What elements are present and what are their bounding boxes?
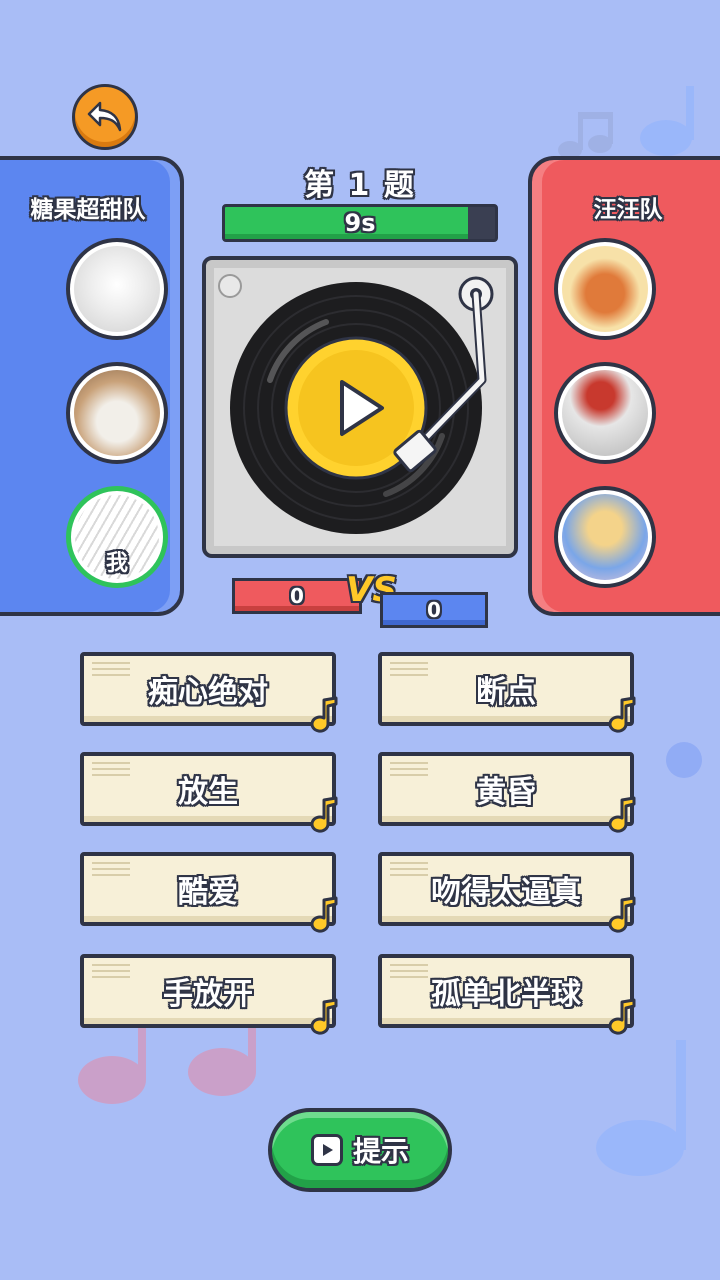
team-name-right: 汪汪队 xyxy=(593,197,663,223)
music-note-icon xyxy=(608,696,636,733)
option-label: 黄昏 xyxy=(476,775,536,810)
option-label: 痴心绝对 xyxy=(148,675,268,710)
team-name-left: 糖果超甜队 xyxy=(30,197,146,223)
option-2[interactable]: 断点 xyxy=(378,652,636,733)
option-label: 吻得太逼真 xyxy=(431,875,581,910)
option-decor xyxy=(390,964,428,982)
option-decor xyxy=(390,762,428,780)
me-tag: 我 xyxy=(105,551,128,576)
back-button[interactable] xyxy=(72,84,138,150)
music-note-icon xyxy=(310,696,338,733)
option-6[interactable]: 吻得太逼真 xyxy=(378,852,636,933)
score-blue: 0 xyxy=(380,592,488,628)
music-note-icon xyxy=(310,896,338,933)
music-note-icon xyxy=(608,896,636,933)
back-arrow-icon xyxy=(87,101,122,132)
video-play-icon xyxy=(310,1134,343,1166)
timer-bar: 9s xyxy=(222,204,498,242)
score-red: 0 xyxy=(232,578,362,614)
option-label: 手放开 xyxy=(163,977,253,1012)
avatar-right-1[interactable] xyxy=(554,238,656,340)
background-note-icon xyxy=(558,112,613,159)
option-decor xyxy=(92,964,130,982)
option-label: 放生 xyxy=(178,775,238,810)
avatar-left-1[interactable] xyxy=(66,238,168,340)
option-label: 孤单北半球 xyxy=(431,977,581,1012)
option-decor xyxy=(92,662,130,680)
music-note-icon xyxy=(310,998,338,1035)
hint-label: 提示 xyxy=(352,1135,409,1168)
avatar-right-2[interactable] xyxy=(554,362,656,464)
background-dot-icon xyxy=(666,742,702,778)
option-5[interactable]: 酷爱 xyxy=(80,852,338,933)
option-label: 断点 xyxy=(476,675,536,710)
hint-button[interactable]: 提示 xyxy=(268,1108,452,1192)
option-label: 酷爱 xyxy=(178,875,238,910)
avatar-right-3[interactable] xyxy=(554,486,656,588)
turntable xyxy=(202,256,518,558)
team-panel-right: 汪汪队 xyxy=(528,156,720,616)
background-note-icon xyxy=(596,1040,686,1176)
option-decor xyxy=(92,862,130,880)
timer-text: 9s xyxy=(344,209,376,237)
team-panel-left: 糖果超甜队 我 xyxy=(0,156,184,616)
background-note-icon xyxy=(640,86,694,156)
option-1[interactable]: 痴心绝对 xyxy=(80,652,338,733)
option-7[interactable]: 手放开 xyxy=(80,954,338,1035)
music-note-icon xyxy=(310,796,338,833)
music-note-icon xyxy=(608,796,636,833)
avatar-left-3-me[interactable]: 我 xyxy=(66,486,168,588)
option-decor xyxy=(390,662,428,680)
option-decor xyxy=(390,862,428,880)
music-note-icon xyxy=(608,998,636,1035)
option-4[interactable]: 黄昏 xyxy=(378,752,636,833)
option-3[interactable]: 放生 xyxy=(80,752,338,833)
option-8[interactable]: 孤单北半球 xyxy=(378,954,636,1035)
play-icon xyxy=(340,380,384,436)
option-decor xyxy=(92,762,130,780)
play-button[interactable] xyxy=(298,350,414,466)
avatar-left-2[interactable] xyxy=(66,362,168,464)
question-number: 第 1 题 xyxy=(304,168,416,203)
